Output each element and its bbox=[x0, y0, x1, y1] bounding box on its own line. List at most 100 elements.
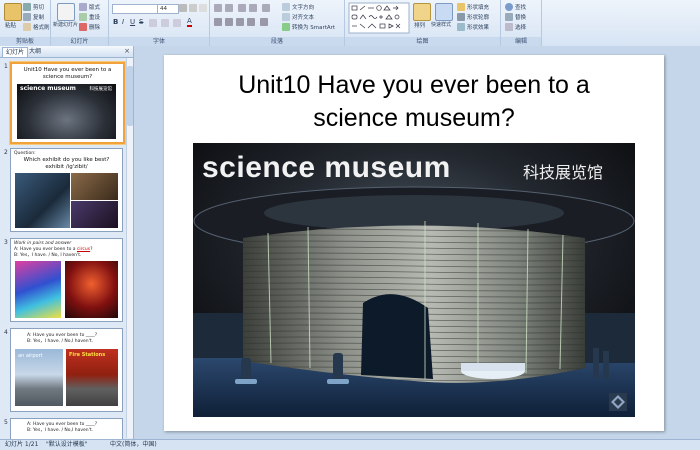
increase-indent-icon[interactable] bbox=[249, 4, 257, 12]
format-painter-button[interactable]: 格式刷 bbox=[33, 23, 50, 31]
thumbnail-image: Fire Stations bbox=[66, 349, 118, 406]
thumbnail-banner: science museum bbox=[20, 85, 76, 92]
slide-thumbnail-4[interactable]: A: Have you ever been to ____? B: Yes，I … bbox=[10, 328, 123, 412]
shape-effects-icon[interactable] bbox=[457, 23, 465, 31]
panel-tabs: 幻灯片 大纲 × bbox=[0, 46, 133, 58]
smartart-icon[interactable] bbox=[282, 23, 290, 31]
font-name-box[interactable] bbox=[112, 4, 158, 14]
layout-button[interactable]: 版式 bbox=[89, 3, 100, 11]
shape-outline-button[interactable]: 形状轮廓 bbox=[467, 13, 489, 21]
navigation-diamond-icon[interactable] bbox=[609, 393, 627, 411]
shape-fill-button[interactable]: 形状填充 bbox=[467, 3, 489, 11]
cut-button[interactable]: 剪切 bbox=[33, 3, 44, 11]
science-museum-image[interactable]: science museum 科技展览馆 bbox=[193, 143, 635, 417]
clipboard-group-label: 剪贴板 bbox=[0, 37, 50, 46]
thumbnail-image bbox=[65, 261, 118, 318]
bullets-icon[interactable] bbox=[214, 4, 222, 12]
columns-icon[interactable] bbox=[260, 18, 268, 26]
thumbnail-title: Which exhibit do you like best? bbox=[23, 157, 110, 163]
quick-styles-button[interactable]: 快速样式 bbox=[431, 21, 451, 28]
underline-icon[interactable]: U bbox=[130, 18, 135, 26]
arrange-icon[interactable] bbox=[413, 3, 431, 21]
align-center-icon[interactable] bbox=[225, 18, 233, 26]
layout-icon[interactable] bbox=[79, 3, 87, 11]
select-button[interactable]: 选择 bbox=[515, 23, 526, 31]
font-color-icon[interactable]: A bbox=[187, 17, 192, 27]
image-caption-en: science museum bbox=[202, 151, 451, 184]
ribbon: 粘贴 剪切 复制 格式刷 剪贴板 新建幻灯片 版式 重设 删除 幻灯片 44 B… bbox=[0, 0, 700, 47]
align-text-button[interactable]: 对齐文本 bbox=[292, 13, 314, 21]
new-slide-button[interactable]: 新建幻灯片 bbox=[53, 21, 78, 28]
shapes-gallery-icon[interactable] bbox=[348, 2, 410, 34]
paste-button[interactable]: 粘贴 bbox=[5, 21, 16, 29]
grow-font-icon[interactable] bbox=[179, 4, 187, 12]
find-button[interactable]: 查找 bbox=[515, 3, 526, 11]
slide-title-line-2: science museum? bbox=[313, 104, 515, 132]
shape-outline-icon[interactable] bbox=[457, 13, 465, 21]
change-case-icon[interactable] bbox=[173, 19, 181, 27]
shape-effects-button[interactable]: 形状效果 bbox=[467, 23, 489, 31]
thumbnail-image bbox=[71, 201, 118, 228]
find-icon[interactable] bbox=[505, 3, 513, 11]
clear-format-icon[interactable] bbox=[199, 4, 207, 12]
new-slide-icon[interactable] bbox=[57, 3, 75, 21]
panel-scrollbar[interactable] bbox=[126, 58, 133, 438]
italic-icon[interactable]: I bbox=[122, 18, 124, 26]
copy-icon[interactable] bbox=[23, 13, 31, 21]
shadow-icon[interactable] bbox=[149, 19, 157, 27]
slide-thumbnail-1[interactable]: Unit10 Have you ever been to a science m… bbox=[10, 62, 125, 144]
slides-group-label: 幻灯片 bbox=[51, 37, 108, 46]
thumbnail-image: an airport bbox=[15, 349, 63, 406]
bold-icon[interactable]: B bbox=[113, 18, 118, 26]
thumbnail-image: science museum 科技展览馆 bbox=[17, 84, 116, 139]
align-text-icon[interactable] bbox=[282, 13, 290, 21]
thumbnail-line: B: Yes，I have. / No,I haven't. bbox=[27, 339, 94, 344]
justify-icon[interactable] bbox=[247, 18, 255, 26]
thumbnail-image bbox=[71, 173, 118, 200]
numbering-icon[interactable] bbox=[225, 4, 233, 12]
drawing-group-label: 绘图 bbox=[345, 37, 500, 46]
slide-thumbnail-2[interactable]: Question: Which exhibit do you like best… bbox=[10, 148, 123, 232]
text-direction-button[interactable]: 文字方向 bbox=[292, 3, 314, 11]
shape-fill-icon[interactable] bbox=[457, 3, 465, 11]
replace-icon[interactable] bbox=[505, 13, 513, 21]
font-group: 44 B I U S A 字体 bbox=[109, 0, 210, 46]
shrink-font-icon[interactable] bbox=[189, 4, 197, 12]
format-painter-icon[interactable] bbox=[23, 23, 31, 31]
slide-title[interactable]: Unit10 Have you ever been to a science m… bbox=[164, 69, 664, 135]
current-slide[interactable]: Unit10 Have you ever been to a science m… bbox=[164, 55, 664, 431]
replace-button[interactable]: 替换 bbox=[515, 13, 526, 21]
strikethrough-icon[interactable]: S bbox=[139, 18, 143, 26]
reset-button[interactable]: 重设 bbox=[89, 13, 100, 21]
spacing-icon[interactable] bbox=[161, 19, 169, 27]
arrange-button[interactable]: 排列 bbox=[414, 21, 425, 29]
thumbnail-text: ? bbox=[90, 247, 93, 252]
slide-thumbnail-5[interactable]: A: Have you ever been to ____? B: Yes，I … bbox=[10, 418, 123, 440]
thumbnail-line: B: Yes，I have. / No,I haven't. bbox=[27, 428, 94, 433]
delete-button[interactable]: 删除 bbox=[89, 23, 100, 31]
decrease-indent-icon[interactable] bbox=[238, 4, 246, 12]
slide-canvas: Unit10 Have you ever been to a science m… bbox=[134, 46, 700, 439]
select-icon[interactable] bbox=[505, 23, 513, 31]
copy-button[interactable]: 复制 bbox=[33, 13, 44, 21]
text-direction-icon[interactable] bbox=[282, 3, 290, 11]
tab-outline[interactable]: 大纲 bbox=[26, 47, 44, 56]
line-spacing-icon[interactable] bbox=[262, 4, 270, 12]
slide-thumbnail-3[interactable]: Work in pairs and answer A: Have you eve… bbox=[10, 238, 123, 322]
scroll-thumb[interactable] bbox=[127, 66, 133, 126]
align-left-icon[interactable] bbox=[214, 18, 222, 26]
slides-group: 新建幻灯片 版式 重设 删除 幻灯片 bbox=[51, 0, 109, 46]
smartart-button[interactable]: 转换为 SmartArt bbox=[292, 23, 335, 31]
font-size-box[interactable]: 44 bbox=[157, 4, 179, 14]
cut-icon[interactable] bbox=[23, 3, 31, 11]
thumbnail-line: B: Yes，I have. / No, I haven't. bbox=[14, 253, 82, 258]
quick-styles-icon[interactable] bbox=[435, 3, 453, 21]
clipboard-group: 粘贴 剪切 复制 格式刷 剪贴板 bbox=[0, 0, 51, 46]
align-right-icon[interactable] bbox=[236, 18, 244, 26]
close-icon[interactable]: × bbox=[124, 47, 130, 55]
tab-slides[interactable]: 幻灯片 bbox=[2, 47, 29, 57]
paste-icon[interactable] bbox=[4, 3, 22, 21]
reset-icon[interactable] bbox=[79, 13, 87, 21]
delete-icon[interactable] bbox=[79, 23, 87, 31]
thumbnail-title: Unit10 Have you ever been to a science m… bbox=[23, 67, 112, 80]
